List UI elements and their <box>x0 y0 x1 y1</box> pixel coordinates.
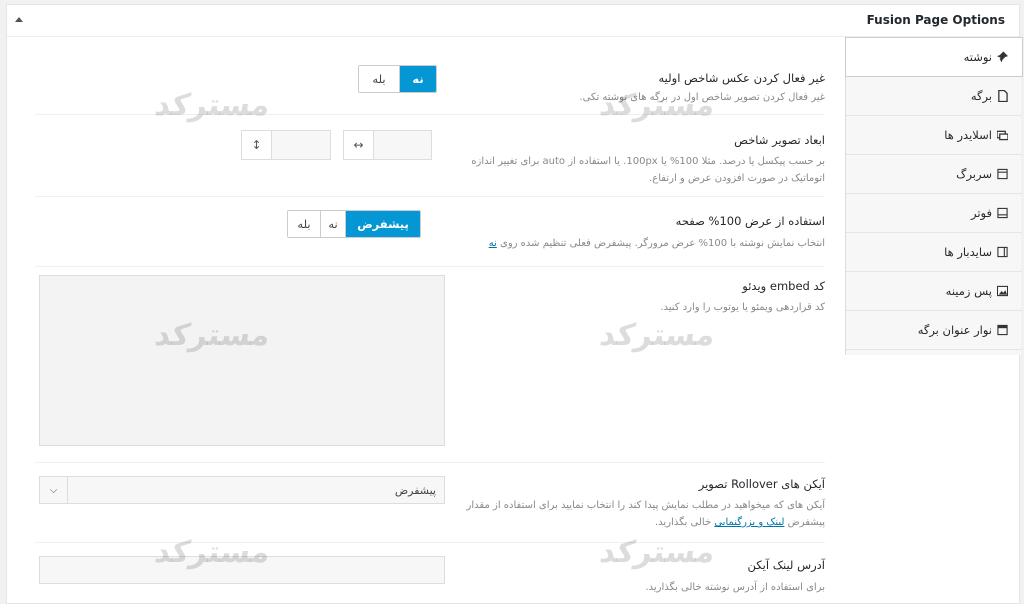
rollover-select[interactable]: ⌵ پیشفرض <box>39 476 445 504</box>
option-description: غیر فعال کردن تصویر شاخص اول در برگه های… <box>579 92 825 103</box>
sidebar-item-sidebars[interactable]: سایدبار ها <box>846 233 1022 272</box>
option-title: استفاده از عرض 100% صفحه <box>675 214 825 228</box>
sidebar-item-label: فوتر <box>971 206 992 220</box>
collapse-arrow-icon[interactable] <box>15 17 23 22</box>
option-description: کد قراردهی ویمئو یا یوتوب را وارد کنید. <box>660 302 825 313</box>
sidebar-item-footer[interactable]: فوتر <box>846 194 1022 233</box>
icon-link-input[interactable] <box>39 556 445 584</box>
option-title: آدرس لینک آیکن <box>747 558 825 572</box>
panel-title: Fusion Page Options <box>866 13 1005 27</box>
sidebar-item-page[interactable]: برگه <box>846 77 1022 116</box>
full-width-toggle: بله نه پیشفرض <box>287 210 421 238</box>
default-button[interactable]: پیشفرض <box>345 211 420 237</box>
no-button[interactable]: نه <box>320 211 345 237</box>
option-description: برای استفاده از آدرس نوشته خالی بگذارید. <box>645 582 825 593</box>
sidebar-item-label: نوار عنوان برگه <box>917 323 992 337</box>
option-full-width: استفاده از عرض 100% صفحه انتخاب نمایش نو… <box>35 197 825 267</box>
height-field[interactable]: ↕ <box>241 130 331 160</box>
default-link[interactable]: نه <box>489 238 497 249</box>
option-description: آیکن های که میخواهید در مطلب نمایش پیدا … <box>466 500 825 528</box>
yes-button[interactable]: بله <box>288 211 320 237</box>
select-value: پیشفرض <box>394 484 436 497</box>
option-featured-image: غیر فعال کردن عکس شاخص اولیه غیر فعال کر… <box>35 37 825 115</box>
header-icon <box>997 168 1008 180</box>
sidebar-item-background[interactable]: پس زمینه <box>846 272 1022 311</box>
horizontal-arrows-icon: ↔ <box>344 131 374 159</box>
sidebar-item-header[interactable]: سربرگ <box>846 155 1022 194</box>
option-rollover-icons: آیکن های Rollover تصویر آیکن های که میخو… <box>35 463 825 543</box>
slider-icon <box>997 130 1008 141</box>
sidebar-icon <box>997 246 1008 258</box>
sidebar-item-sliders[interactable]: اسلایدر ها <box>846 116 1022 155</box>
sidebar-item-label: برگه <box>970 89 992 103</box>
sidebar-item-label: نوشته <box>963 50 992 64</box>
option-title: آیکن های Rollover تصویر <box>698 477 825 491</box>
panel-header: Fusion Page Options <box>7 5 1019 37</box>
link-zoom-link[interactable]: لینک و بزرگنمایی <box>714 517 784 528</box>
image-icon <box>997 285 1008 297</box>
sidebar-item-label: اسلایدر ها <box>944 128 992 142</box>
fusion-page-options-panel: Fusion Page Options نوشته برگه اسلایدر ه… <box>6 4 1023 604</box>
no-button[interactable]: نه <box>399 66 436 92</box>
option-video-embed: کد embed ویدئو کد قراردهی ویمئو یا یوتوب… <box>35 267 825 463</box>
title-bar-icon <box>997 324 1008 336</box>
sidebar-item-post[interactable]: نوشته <box>845 37 1023 77</box>
option-description: بر حسب پیکسل یا درصد. مثلا 100% یا 100px… <box>471 156 825 184</box>
option-featured-dimensions: ابعاد تصویر شاخص بر حسب پیکسل یا درصد. م… <box>35 115 825 197</box>
page-icon <box>998 90 1008 102</box>
video-embed-textarea[interactable] <box>39 275 445 446</box>
chevron-down-icon: ⌵ <box>40 477 68 503</box>
option-icon-link: آدرس لینک آیکن برای استفاده از آدرس نوشت… <box>35 543 825 603</box>
footer-icon <box>997 207 1008 219</box>
option-title: غیر فعال کردن عکس شاخص اولیه <box>658 71 826 85</box>
option-title: ابعاد تصویر شاخص <box>734 133 825 147</box>
pin-icon <box>997 51 1008 63</box>
width-field[interactable]: ↔ <box>343 130 432 160</box>
featured-image-toggle: بله نه <box>358 65 437 93</box>
sidebar-item-label: سایدبار ها <box>944 245 992 259</box>
option-title: کد embed ویدئو <box>742 279 825 293</box>
sidebar-item-label: سربرگ <box>956 167 992 181</box>
vertical-arrows-icon: ↕ <box>242 131 272 159</box>
options-sidebar: نوشته برگه اسلایدر ها سربرگ فوتر سایدبار… <box>845 37 1023 355</box>
option-description: انتخاب نمایش نوشته با 100% عرض مرورگر. پ… <box>488 238 825 249</box>
yes-button[interactable]: بله <box>359 66 399 92</box>
sidebar-item-label: پس زمینه <box>945 284 992 298</box>
sidebar-item-page-title-bar[interactable]: نوار عنوان برگه <box>846 311 1022 350</box>
